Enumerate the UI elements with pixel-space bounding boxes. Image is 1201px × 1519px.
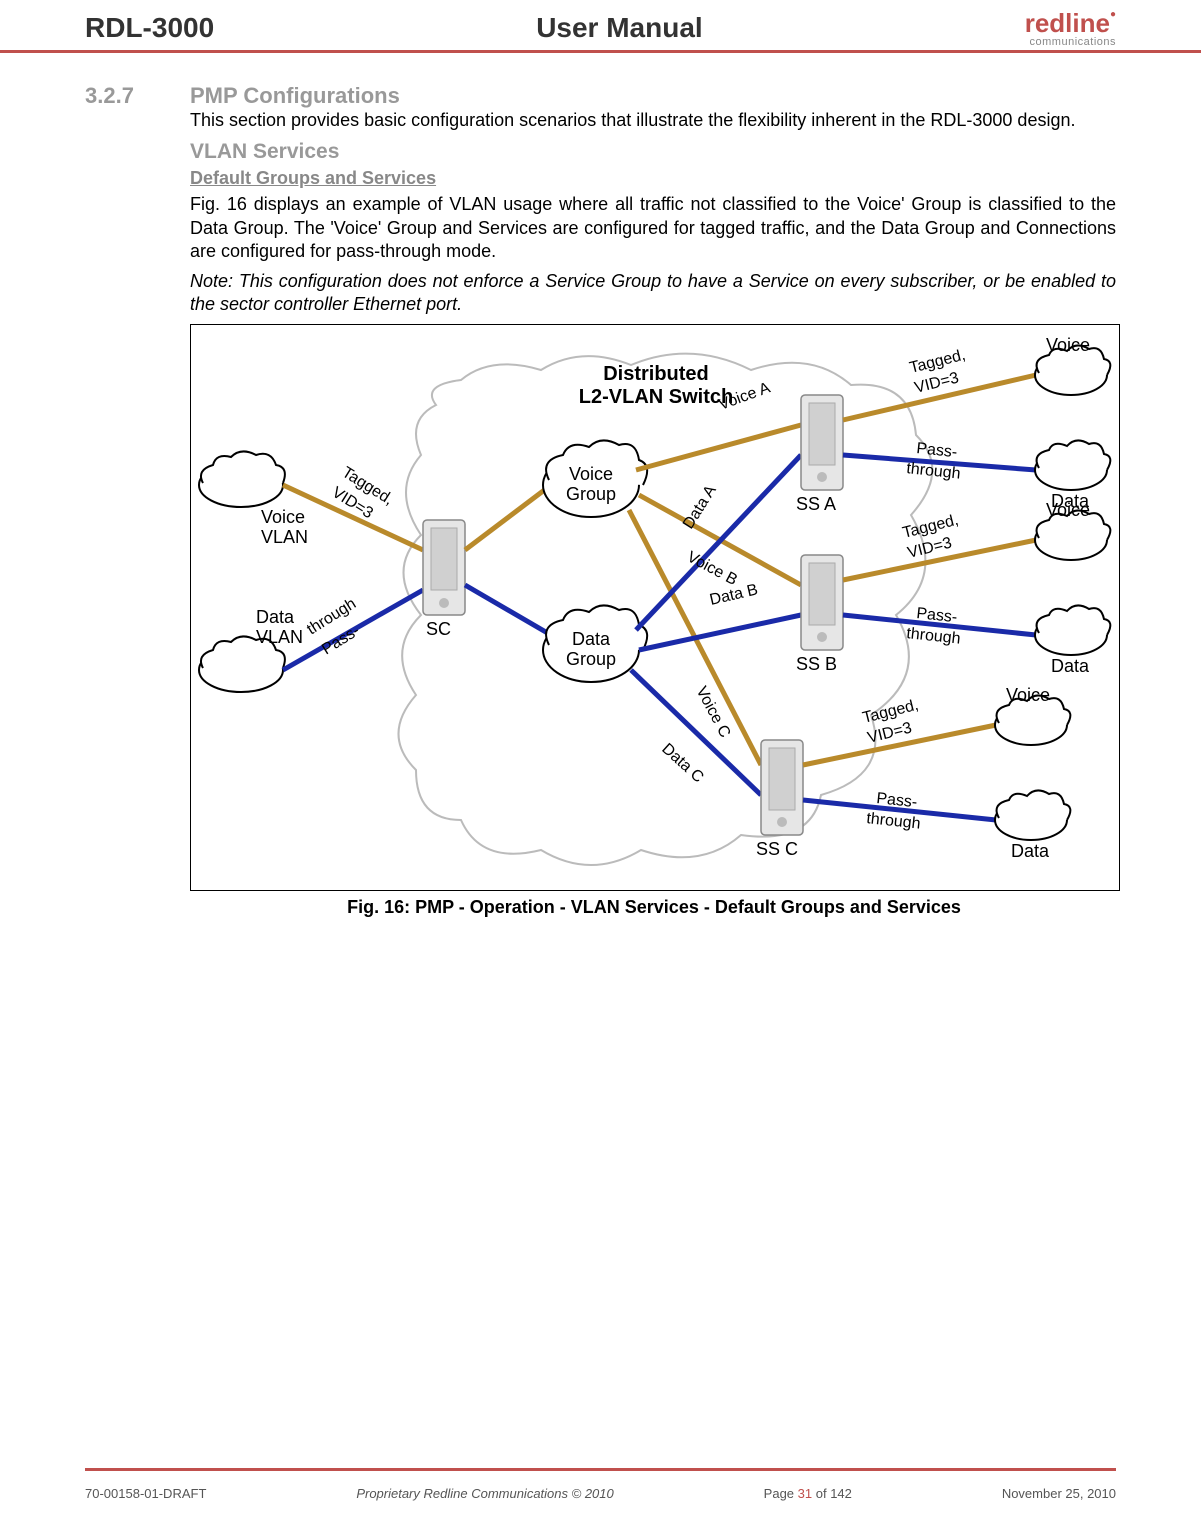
label-data-group-2: Group bbox=[566, 649, 616, 669]
header-model: RDL-3000 bbox=[85, 12, 214, 50]
footer-left: 70-00158-01-DRAFT bbox=[85, 1486, 206, 1501]
label-voice-right-a: Voice bbox=[1046, 335, 1090, 355]
label-data-vlan-2: VLAN bbox=[256, 627, 303, 647]
device-ss-c-icon bbox=[761, 740, 803, 835]
subheading-default-groups: Default Groups and Services bbox=[190, 168, 1116, 189]
device-ss-a-icon bbox=[801, 395, 843, 490]
label-data-right-b: Data bbox=[1051, 656, 1090, 676]
page: RDL-3000 User Manual redline● communicat… bbox=[0, 0, 1201, 1519]
logo-word: redline bbox=[1025, 8, 1110, 38]
label-sc: SC bbox=[426, 619, 451, 639]
label-tagged-a-1: Tagged, bbox=[908, 347, 967, 377]
diagram-svg: Distributed L2-VLAN Switch Voice VLAN Da… bbox=[191, 325, 1119, 890]
section-number: 3.2.7 bbox=[85, 83, 190, 109]
logo-text: redline● bbox=[1025, 10, 1116, 36]
section-note: Note: This configuration does not enforc… bbox=[190, 270, 1116, 317]
footer-page-label: Page bbox=[764, 1486, 798, 1501]
section-intro: This section provides basic configuratio… bbox=[190, 109, 1116, 132]
figure-16: Distributed L2-VLAN Switch Voice VLAN Da… bbox=[190, 324, 1120, 891]
cloud-data-a bbox=[1035, 441, 1110, 491]
label-voice-group-1: Voice bbox=[569, 464, 613, 484]
label-voice-right-b: Voice bbox=[1046, 500, 1090, 520]
label-data-group-1: Data bbox=[572, 629, 611, 649]
page-header: RDL-3000 User Manual redline● communicat… bbox=[0, 0, 1201, 53]
figure-caption: Fig. 16: PMP - Operation - VLAN Services… bbox=[190, 897, 1118, 918]
cloud-icon bbox=[399, 354, 933, 865]
cloud-data-c bbox=[995, 791, 1070, 841]
section-title: PMP Configurations bbox=[190, 83, 400, 109]
page-footer: 70-00158-01-DRAFT Proprietary Redline Co… bbox=[85, 1486, 1116, 1501]
content-area: 3.2.7 PMP Configurations This section pr… bbox=[0, 53, 1201, 918]
footer-page-current: 31 bbox=[798, 1486, 812, 1501]
footer-center: Proprietary Redline Communications © 201… bbox=[356, 1486, 613, 1501]
label-voice-group-2: Group bbox=[566, 484, 616, 504]
label-voice-vlan-1: Voice bbox=[261, 507, 305, 527]
label-ss-a: SS A bbox=[796, 494, 836, 514]
label-data-right-c: Data bbox=[1011, 841, 1050, 861]
header-doc-type: User Manual bbox=[536, 12, 703, 50]
label-ss-c: SS C bbox=[756, 839, 798, 859]
footer-page-of: of 142 bbox=[812, 1486, 852, 1501]
device-ss-b-icon bbox=[801, 555, 843, 650]
label-data-vlan-1: Data bbox=[256, 607, 295, 627]
diagram-title-2: L2-VLAN Switch bbox=[579, 386, 733, 408]
section-body: Fig. 16 displays an example of VLAN usag… bbox=[190, 193, 1116, 263]
logo-dot-icon: ● bbox=[1110, 9, 1116, 20]
footer-page: Page 31 of 142 bbox=[764, 1486, 852, 1501]
cloud-voice-vlan bbox=[199, 452, 285, 508]
footer-rule bbox=[85, 1468, 1116, 1471]
label-voice-vlan-2: VLAN bbox=[261, 527, 308, 547]
header-logo: redline● communications bbox=[1025, 10, 1116, 50]
diagram-title-1: Distributed bbox=[603, 363, 709, 385]
section-heading-row: 3.2.7 PMP Configurations bbox=[85, 83, 1116, 109]
subheading-vlan-services: VLAN Services bbox=[190, 140, 1116, 164]
label-voice-right-c: Voice bbox=[1006, 685, 1050, 705]
label-ss-b: SS B bbox=[796, 654, 837, 674]
device-sc-icon bbox=[423, 520, 465, 615]
cloud-data-b bbox=[1035, 606, 1110, 656]
logo-subtext: communications bbox=[1025, 36, 1116, 48]
footer-date: November 25, 2010 bbox=[1002, 1486, 1116, 1501]
